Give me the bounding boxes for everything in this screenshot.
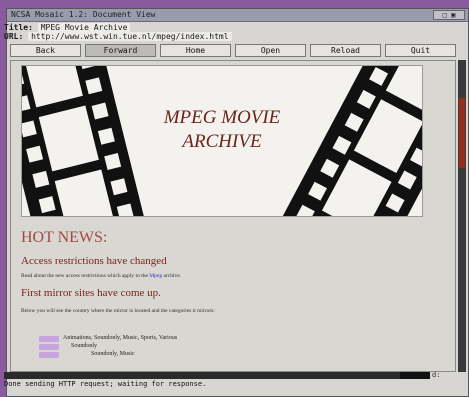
mirror-flag-1[interactable] [39, 336, 59, 342]
banner-title-line2: ARCHIVE [182, 131, 262, 152]
reload-button[interactable]: Reload [310, 44, 381, 57]
back-button[interactable]: Back [10, 44, 81, 57]
home-button[interactable]: Home [160, 44, 231, 57]
navigation-toolbar: Back Forward Home Open Reload Quit [10, 44, 456, 57]
document-url-row: URL: http://www.wst.win.tue.nl/mpeg/inde… [4, 31, 232, 42]
transfer-progress-bar [4, 372, 430, 379]
transfer-progress-fill [4, 372, 401, 379]
window-titlebar[interactable]: NCSA Mosaic 1.2: Document View □ ▣ [7, 9, 468, 22]
scrollbar-thumb[interactable] [459, 98, 465, 168]
news1-text: Read about the new access restrictions w… [21, 273, 181, 280]
window-controls[interactable]: □ ▣ [433, 10, 465, 20]
open-button[interactable]: Open [235, 44, 306, 57]
forward-button[interactable]: Forward [85, 44, 156, 57]
document-url-field[interactable]: http://www.wst.win.tue.nl/mpeg/index.htm… [28, 32, 232, 41]
hot-news-heading: HOT NEWS: [21, 229, 108, 246]
news1-text-before: Read about the new access restrictions w… [21, 273, 148, 279]
news1-text-after: archive. [163, 273, 182, 279]
news2-heading: First mirror sites have come up. [21, 287, 161, 299]
banner-image: MPEG MOVIE ARCHIVE [21, 65, 423, 217]
mirror-item-2: Soundonly [71, 343, 98, 349]
mirror-item-3: Soundonly, Music [91, 351, 135, 357]
news2-text: Below you will see the country where the… [21, 308, 215, 314]
document-url-label: URL: [4, 32, 24, 41]
document-viewport[interactable]: MPEG MOVIE ARCHIVE HOT NEWS: Access rest… [10, 60, 456, 372]
vertical-scrollbar[interactable] [458, 60, 466, 372]
progress-label: d: [432, 371, 441, 379]
quit-button[interactable]: Quit [385, 44, 456, 57]
banner-title-line1: MPEG MOVIE [163, 107, 281, 128]
news1-heading: Access restrictions have changed [21, 255, 167, 267]
mirror-flag-2[interactable] [39, 344, 59, 350]
window-title: NCSA Mosaic 1.2: Document View [11, 10, 156, 19]
status-line: Done sending HTTP request; waiting for r… [4, 380, 207, 388]
mirror-item-1: Animations, Soundonly, Music, Sports, Va… [63, 335, 178, 341]
mpeg-link[interactable]: Mpeg [149, 273, 162, 279]
banner-title: MPEG MOVIE ARCHIVE [147, 106, 297, 154]
mirror-flag-3[interactable] [39, 352, 59, 358]
